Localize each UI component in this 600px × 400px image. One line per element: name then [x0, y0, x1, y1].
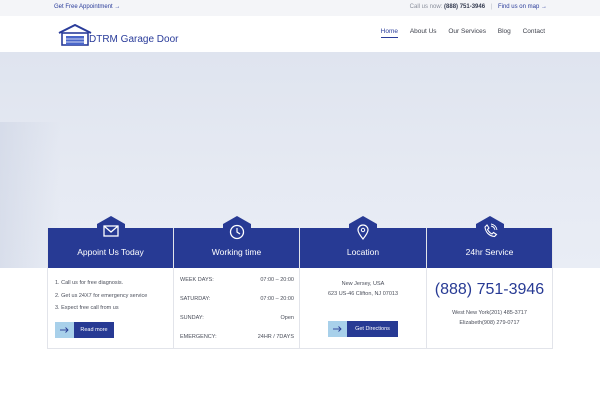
nav-about-us[interactable]: About Us: [410, 28, 437, 35]
card-body: WEEK DAYS: 07:00 – 20:00 SATURDAY: 07:00…: [174, 268, 299, 349]
main-phone-number[interactable]: (888) 751-3946: [427, 281, 552, 299]
list-item: 1. Call us for free diagnosis.: [55, 280, 124, 286]
list-item: 2. Get us 24X7 for emergency service: [55, 292, 148, 299]
top-bar-separator: |: [490, 4, 493, 10]
card-body: (888) 751-3946 West New York(201) 485-37…: [427, 268, 552, 349]
time-value: 24HR / 7DAYS: [257, 334, 294, 340]
card-working-time: Working time WEEK DAYS: 07:00 – 20:00 SA…: [174, 216, 300, 349]
read-more-label: Read more: [74, 322, 114, 338]
nav-contact[interactable]: Contact: [523, 28, 545, 35]
list-item: 3. Expect free call from us: [55, 305, 119, 311]
call-us-number[interactable]: (888) 751-3946: [444, 4, 485, 10]
day-label: WEEK DAYS:: [180, 277, 214, 283]
read-more-button[interactable]: Read more: [55, 322, 114, 338]
card-body: 1. Call us for free diagnosis. 2. Get us…: [48, 268, 173, 349]
arrow-right-icon: [328, 321, 347, 337]
top-bar: Get Free Appointment → Call us now: (888…: [0, 0, 600, 16]
address-line: New Jersey, USA: [341, 281, 385, 287]
address-block: New Jersey, USA 623 US-46 Clifton, NJ 07…: [300, 280, 426, 299]
time-value: 07:00 – 20:00: [260, 277, 294, 283]
hours-table: WEEK DAYS: 07:00 – 20:00 SATURDAY: 07:00…: [180, 277, 294, 353]
phone-icon: [475, 216, 504, 246]
card-title: Working time: [211, 247, 262, 257]
get-free-appointment-link[interactable]: Get Free Appointment →: [54, 4, 120, 10]
card-title: Location: [346, 247, 380, 257]
day-label: SUNDAY:: [180, 315, 204, 321]
find-us-on-map-link[interactable]: Find us on map →: [498, 4, 547, 10]
card-location: Location New Jersey, USA 623 US-46 Clift…: [300, 216, 427, 349]
site-logo[interactable]: DTRM Garage Door: [58, 24, 178, 46]
nav-our-services[interactable]: Our Services: [448, 28, 486, 35]
time-value: Open: [280, 315, 294, 321]
day-label: SATURDAY:: [180, 296, 211, 302]
card-header: Working time: [174, 216, 299, 268]
get-directions-button[interactable]: Get Directions: [328, 321, 398, 337]
card-header: 24hr Service: [427, 216, 552, 268]
address-line: 623 US-46 Clifton, NJ 07013: [327, 290, 398, 297]
nav-home[interactable]: Home: [380, 28, 398, 38]
site-header: DTRM Garage Door Home About Us Our Servi…: [0, 16, 600, 52]
branch-phones: West New York(201) 485-3717 Elizabeth(90…: [427, 309, 552, 328]
branch-phone-line[interactable]: West New York(201) 485-3717: [427, 309, 552, 319]
time-value: 07:00 – 20:00: [260, 296, 294, 302]
steps-list: 1. Call us for free diagnosis. 2. Get us…: [55, 277, 147, 315]
call-us-label: Call us now:: [409, 4, 443, 10]
card-title: 24hr Service: [465, 247, 514, 257]
branch-phone-line[interactable]: Elizabeth(908) 279-0717: [427, 319, 552, 329]
card-header: Location: [300, 216, 426, 268]
card-appoint-us: Appoint Us Today 1. Call us for free dia…: [47, 216, 174, 349]
card-body: New Jersey, USA 623 US-46 Clifton, NJ 07…: [300, 268, 426, 349]
card-title: Appoint Us Today: [77, 247, 144, 257]
table-row: WEEK DAYS: 07:00 – 20:00: [180, 277, 294, 296]
table-row: EMERGENCY: 24HR / 7DAYS: [180, 334, 294, 353]
logo-text: DTRM Garage Door: [89, 34, 179, 45]
table-row: SUNDAY: Open: [180, 315, 294, 334]
top-bar-contact: Call us now: (888) 751-3946 | Find us on…: [410, 4, 547, 10]
day-label: EMERGENCY:: [180, 334, 217, 340]
map-pin-icon: [349, 216, 377, 246]
card-header: Appoint Us Today: [48, 216, 173, 268]
card-24hr-service: 24hr Service (888) 751-3946 West New Yor…: [427, 216, 553, 349]
garage-icon: [58, 24, 92, 46]
arrow-right-icon: [55, 322, 74, 338]
clock-icon: [222, 216, 251, 246]
get-directions-label: Get Directions: [347, 321, 398, 337]
main-nav: Home About Us Our Services Blog Contact: [371, 28, 545, 38]
nav-blog[interactable]: Blog: [498, 28, 511, 35]
envelope-icon: [96, 216, 125, 246]
table-row: SATURDAY: 07:00 – 20:00: [180, 296, 294, 315]
